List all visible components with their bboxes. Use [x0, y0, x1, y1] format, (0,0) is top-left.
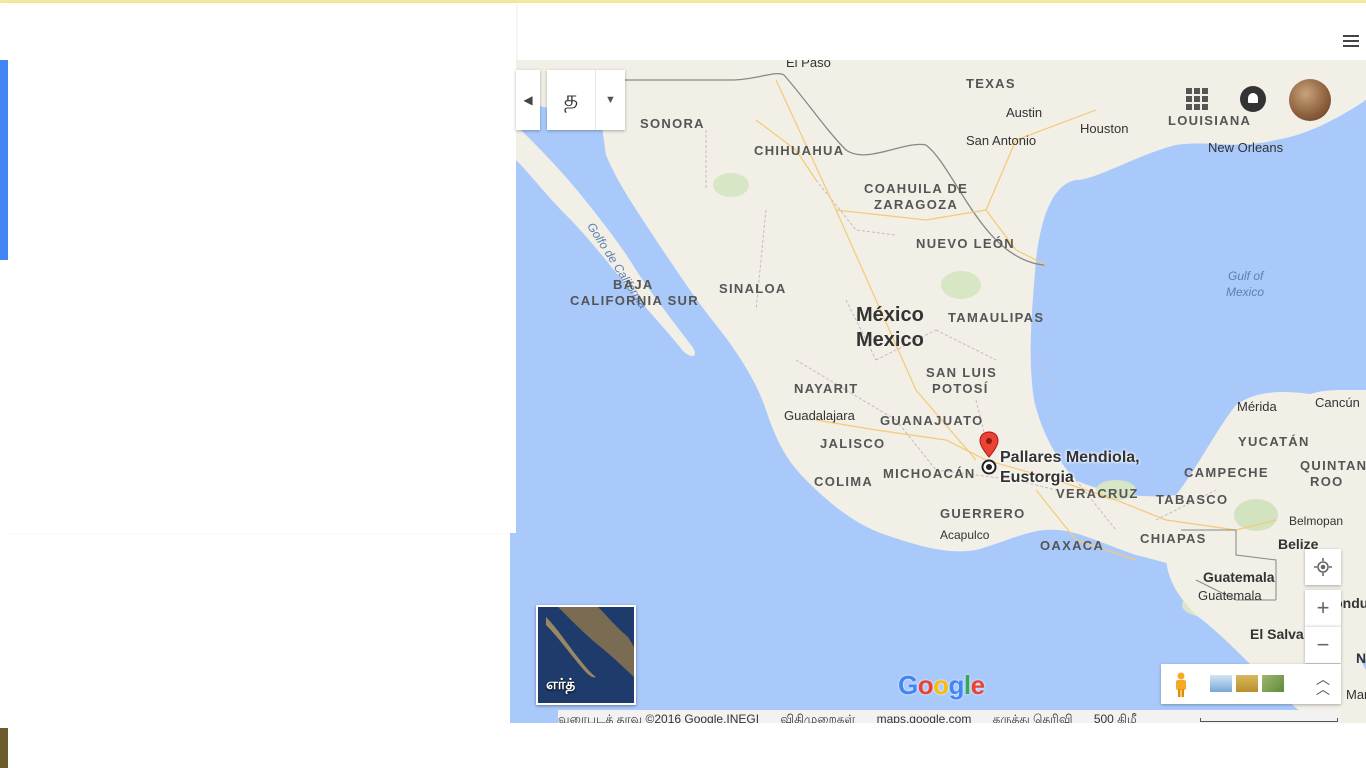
label-jalisco: JALISCO: [820, 436, 886, 451]
label-tamaulipas: TAMAULIPAS: [948, 310, 1045, 325]
label-coahuila-1: COAHUILA DE: [864, 181, 969, 196]
label-michoacan: MICHOACÁN: [883, 466, 976, 481]
label-veracruz: VERACRUZ: [1056, 486, 1139, 501]
avatar[interactable]: [1289, 79, 1331, 121]
terms-link[interactable]: விதிமுறைகள்: [780, 712, 855, 723]
label-colima: COLIMA: [814, 474, 874, 489]
zoom-in-button[interactable]: +: [1305, 590, 1341, 626]
label-nayarit: NAYARIT: [794, 381, 859, 396]
label-cancun: Cancún: [1315, 395, 1360, 410]
layer-thumb-terrain[interactable]: [1236, 675, 1258, 692]
forest-patch-3: [1234, 499, 1278, 531]
label-acapulco: Acapulco: [940, 528, 990, 542]
label-san-antonio: San Antonio: [966, 133, 1037, 148]
zoom-out-icon: −: [1316, 632, 1330, 657]
selected-place-label[interactable]: Pallares Mendiola, Eustorgia: [1000, 448, 1140, 488]
label-nicaragua-partial: N: [1356, 650, 1366, 666]
label-quintana-2: ROO: [1310, 474, 1344, 489]
label-country-en: Mexico: [856, 329, 924, 351]
label-oaxaca: OAXACA: [1040, 538, 1105, 553]
label-gulf-mexico-2: Mexico: [1226, 285, 1265, 299]
label-guerrero: GUERRERO: [940, 506, 1026, 521]
label-gulf-mexico-1: Gulf of: [1228, 269, 1264, 283]
label-el-paso: El Paso: [786, 60, 831, 70]
label-austin: Austin: [1006, 105, 1043, 120]
side-panel: [8, 3, 516, 533]
pegman-icon[interactable]: [1173, 672, 1189, 698]
label-campeche: CAMPECHE: [1184, 465, 1269, 480]
map-pin-icon[interactable]: [978, 431, 1000, 475]
layers-bar: ︿ ︿: [1161, 664, 1341, 704]
left-accent-bar: [0, 60, 8, 260]
label-country-es: México: [856, 304, 924, 326]
label-guatemala-country: Guatemala: [1203, 569, 1275, 585]
language-char[interactable]: த: [547, 70, 596, 130]
earth-view-toggle[interactable]: எர்த்: [536, 605, 636, 705]
label-baja-2: CALIFORNIA SUR: [570, 293, 699, 308]
label-sonora: SONORA: [640, 116, 705, 131]
label-louisiana: LOUISIANA: [1168, 113, 1252, 128]
expand-chevron-icon[interactable]: ︿ ︿: [1315, 672, 1331, 696]
layer-thumb-water[interactable]: [1210, 675, 1232, 692]
label-texas: TEXAS: [966, 76, 1016, 91]
label-slp-1: SAN LUIS: [926, 365, 998, 380]
label-chihuahua: CHIHUAHUA: [754, 143, 845, 158]
label-nuevo-leon: NUEVO LEÓN: [916, 236, 1015, 251]
label-new-orleans: New Orleans: [1208, 140, 1284, 155]
my-location-button[interactable]: [1305, 549, 1341, 585]
label-belmopan: Belmopan: [1289, 514, 1344, 528]
language-selector[interactable]: த ▼: [547, 70, 625, 130]
selected-place-line-1: Pallares Mendiola,: [1000, 449, 1140, 466]
label-houston: Houston: [1080, 121, 1129, 136]
label-coahuila-2: ZARAGOZA: [874, 197, 959, 212]
label-quintana-1: QUINTANA: [1300, 458, 1366, 473]
zoom-in-icon: +: [1316, 595, 1330, 620]
map-canvas[interactable]: El Paso TEXAS Austin Houston San Antonio…: [516, 60, 1366, 723]
forest-patch-1: [713, 173, 749, 197]
selected-place-line-2: Eustorgia: [1000, 469, 1074, 486]
attribution-text: வரைபடத் தரவு ©2016 Google,INEGI: [558, 712, 760, 723]
site-link[interactable]: maps.google.com: [877, 712, 972, 723]
label-guadalajara: Guadalajara: [784, 408, 855, 423]
menu-icon[interactable]: [1343, 35, 1359, 49]
label-merida: Mérida: [1237, 399, 1277, 414]
collapse-panel-button[interactable]: ◀: [516, 70, 540, 130]
label-el-salvador: El Salva: [1250, 626, 1304, 642]
notification-icon[interactable]: [1240, 86, 1266, 112]
label-guanajuato: GUANAJUATO: [880, 413, 984, 428]
label-managua-partial: Mana: [1346, 687, 1366, 702]
scale-text: 500 கிமீ: [1093, 712, 1137, 723]
feedback-link[interactable]: கருத்து தெரிவி: [993, 712, 1073, 723]
layer-thumb-satellite[interactable]: [1262, 675, 1284, 692]
dropdown-arrow-icon[interactable]: ▼: [596, 70, 625, 130]
label-tabasco: TABASCO: [1156, 492, 1229, 507]
label-slp-2: POTOSÍ: [932, 381, 989, 396]
label-baja-1: BAJA: [613, 277, 654, 292]
apps-icon[interactable]: [1186, 88, 1208, 110]
scale-bar: [1200, 718, 1338, 722]
label-sinaloa: SINALOA: [719, 281, 787, 296]
label-chiapas: CHIAPAS: [1140, 531, 1207, 546]
collapse-arrow-icon: ◀: [523, 93, 533, 107]
label-yucatan: YUCATÁN: [1238, 434, 1310, 449]
label-guatemala-city: Guatemala: [1198, 588, 1262, 603]
forest-patch-2: [941, 271, 981, 299]
bottom-accent-bar: [0, 728, 8, 768]
my-location-icon: [1314, 558, 1332, 576]
earth-toggle-label: எர்த்: [546, 676, 576, 693]
zoom-out-button[interactable]: −: [1305, 626, 1341, 663]
google-logo: Google: [898, 670, 985, 700]
